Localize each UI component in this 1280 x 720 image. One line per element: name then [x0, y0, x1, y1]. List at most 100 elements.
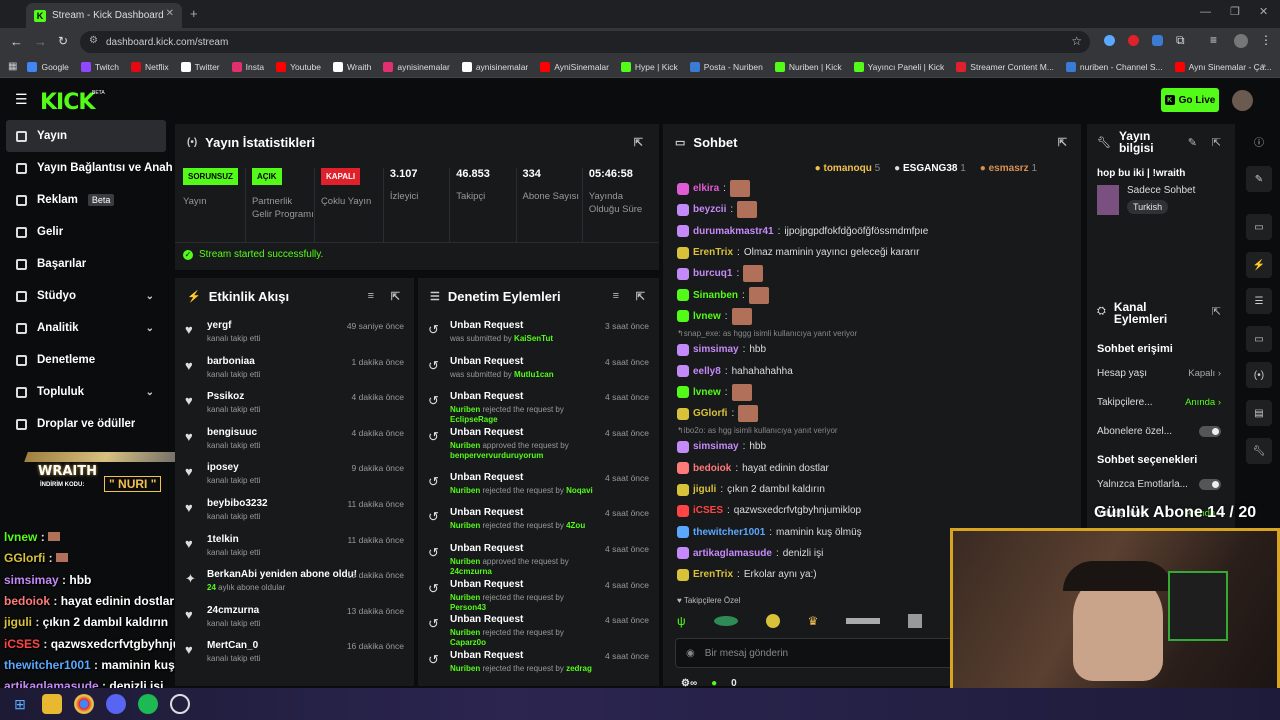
panel-icon[interactable]: ▤ [1246, 400, 1272, 426]
user-avatar[interactable] [1232, 90, 1253, 111]
bookmark-item[interactable]: Streamer Content M... [956, 61, 1054, 72]
chat-username[interactable]: eelly8 [693, 366, 721, 377]
popout-icon[interactable]: ⇱ [391, 290, 400, 303]
bolt-icon[interactable]: ⚡ [1246, 252, 1272, 278]
extensions-puzzle-icon[interactable]: ⧉ [1176, 33, 1185, 48]
forward-icon[interactable]: → [34, 34, 47, 49]
setting-row[interactable]: Takipçilere... Anında › [1087, 388, 1235, 417]
sidebar-item[interactable]: Başarılar [0, 248, 172, 280]
reload-icon[interactable]: ↻ [58, 34, 68, 48]
sidebar-item[interactable]: Yayın Bağlantısı ve Anahtarı [0, 152, 172, 184]
bookmark-item[interactable]: Netflix [130, 61, 169, 72]
wrench-icon[interactable]: 🔧︎ [1246, 438, 1272, 464]
close-tab-icon[interactable]: ✕ [166, 8, 174, 19]
popout-icon[interactable]: ⇱ [1212, 136, 1221, 149]
bookmark-item[interactable]: aynisinemalar [383, 61, 450, 72]
popout-icon[interactable]: ⇱ [1212, 305, 1221, 318]
spotify-icon[interactable] [138, 694, 158, 714]
list-icon[interactable]: ☰ [1246, 288, 1272, 314]
file-explorer-icon[interactable] [42, 694, 62, 714]
chat-username[interactable]: iCSES [693, 505, 723, 516]
crown-emote-icon[interactable]: ♛ [808, 614, 819, 628]
broadcast-icon[interactable]: (•) [1246, 362, 1272, 388]
chat-username[interactable]: durumakmastr41 [693, 226, 774, 237]
bookmark-item[interactable]: Youtube [276, 61, 321, 72]
edit-icon[interactable]: ✎ [1188, 136, 1197, 149]
discord-icon[interactable] [106, 694, 126, 714]
toggle-switch[interactable] [1199, 479, 1221, 490]
browser-tab[interactable]: K Stream - Kick Dashboard ✕ [26, 3, 182, 28]
bookmark-item[interactable]: Nuriben | Kick [774, 61, 842, 72]
chat-username[interactable]: lvnew [693, 387, 721, 398]
bookmark-item[interactable]: Yayıncı Paneli | Kick [853, 61, 944, 72]
chat-username[interactable]: simsimay [693, 441, 739, 452]
emote-icon[interactable] [713, 616, 738, 626]
sidebar-item[interactable]: Yayın [6, 120, 166, 152]
requester-name[interactable]: Noqavi [566, 486, 593, 495]
moderation-item[interactable]: ↺ Unban Request Nuriben approved the req… [418, 421, 659, 466]
moderation-item[interactable]: ↺ Unban Request Nuriben rejected the req… [418, 573, 659, 612]
profile-avatar[interactable] [1234, 34, 1248, 48]
chrome-icon[interactable] [74, 694, 94, 714]
moderator-name[interactable]: Nuriben [450, 593, 480, 602]
moderation-item[interactable]: ↺ Unban Request Nuriben rejected the req… [418, 608, 659, 647]
category-name[interactable]: Sadece Sohbet [1127, 185, 1195, 196]
setting-row[interactable]: Hesap yaşı Kapalı › [1087, 359, 1235, 388]
bookmark-item[interactable]: Wraith [332, 61, 371, 72]
moderation-item[interactable]: ↺ Unban Request Nuriben rejected the req… [418, 644, 659, 680]
chat-username[interactable]: elkira [693, 183, 719, 194]
moderator-name[interactable]: Nuriben [450, 405, 480, 414]
toggle-switch[interactable] [1199, 426, 1221, 437]
extension-icon[interactable] [1104, 35, 1115, 46]
emote-icon[interactable] [908, 614, 923, 628]
moderation-item[interactable]: ↺ Unban Request Nuriben approved the req… [418, 537, 659, 576]
filter-icon[interactable]: ≡ [368, 290, 374, 302]
emote-icon[interactable] [846, 618, 881, 624]
sidebar-item[interactable]: Denetleme [0, 344, 172, 376]
obs-icon[interactable] [170, 694, 190, 714]
chat-username[interactable]: bedoiok [693, 463, 731, 474]
moderator-name[interactable]: Nuriben [450, 486, 480, 495]
media-icon[interactable]: ≡ [1210, 33, 1217, 47]
popout-icon[interactable]: ⇱ [636, 290, 645, 303]
moderation-item[interactable]: ↺ Unban Request Nuriben rejected the req… [418, 385, 659, 424]
chat-username[interactable]: ErenTrix [693, 247, 733, 258]
info-icon[interactable]: ⓘ [1246, 128, 1272, 154]
apps-grid-icon[interactable]: ▦ [8, 61, 17, 72]
moderator-name[interactable]: Nuriben [450, 557, 480, 566]
chat-username[interactable]: ErenTrix [693, 569, 733, 580]
chat-username[interactable]: beyzcii [693, 204, 726, 215]
hamburger-menu-icon[interactable]: ☰ [15, 91, 28, 108]
moderator-name[interactable]: Nuriben [450, 628, 480, 637]
requester-name[interactable]: benpervervurduruyorum [450, 451, 543, 460]
moderation-item[interactable]: ↺ Unban Request was submitted by KaiSenT… [418, 314, 659, 350]
chat-username[interactable]: artikaglamasude [693, 548, 772, 559]
bookmark-item[interactable]: Google [27, 61, 69, 72]
setting-row[interactable]: Yalnızca Emotlarla... [1087, 470, 1235, 499]
site-info-icon[interactable]: ⚙ [89, 35, 98, 46]
bookmark-item[interactable]: AyniSinemalar [540, 61, 609, 72]
bookmark-item[interactable]: Posta - Nuriben [689, 61, 763, 72]
maximize-icon[interactable]: ❐ [1230, 5, 1240, 18]
bookmark-item[interactable]: Insta [231, 61, 264, 72]
requester-name[interactable]: KaiSenTut [514, 334, 553, 343]
moderation-item[interactable]: ↺ Unban Request was submitted by Mutlu1c… [418, 350, 659, 386]
emote-icon[interactable]: ψ [677, 614, 686, 628]
moderation-item[interactable]: ↺ Unban Request Nuriben rejected the req… [418, 501, 659, 537]
bookmark-item[interactable]: Hype | Kick [620, 61, 678, 72]
bookmark-item[interactable]: aynisinemalar [461, 61, 528, 72]
chat-username[interactable]: GGlorfi [693, 408, 727, 419]
filter-icon[interactable]: ≡ [613, 290, 619, 302]
bookmark-item[interactable]: Twitch [80, 61, 119, 72]
sidebar-item[interactable]: Gelir [0, 216, 172, 248]
windows-start-icon[interactable]: ⊞ [10, 694, 30, 714]
emote-icon[interactable] [765, 614, 780, 628]
kick-logo[interactable]: KICK [40, 90, 95, 115]
go-live-button[interactable]: K Go Live [1161, 88, 1219, 112]
chrome-menu-icon[interactable]: ⋮ [1260, 33, 1272, 47]
requester-name[interactable]: zedrag [566, 664, 592, 673]
chat-username[interactable]: jiguli [693, 484, 716, 495]
chat-username[interactable]: Sinanben [693, 290, 738, 301]
extension-icon[interactable] [1128, 35, 1139, 46]
chat-username[interactable]: simsimay [693, 344, 739, 355]
